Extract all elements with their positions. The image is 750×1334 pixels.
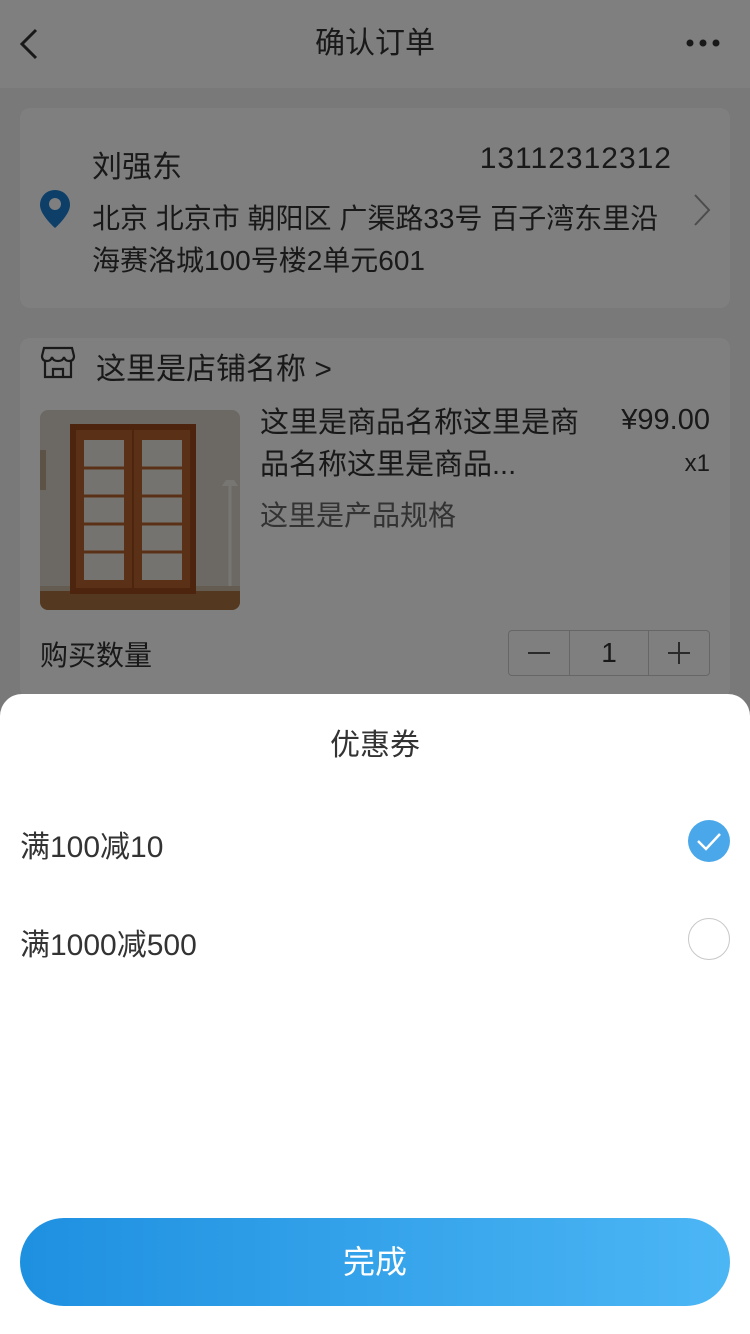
radio-unchecked[interactable] <box>688 918 730 960</box>
done-button[interactable]: 完成 <box>20 1218 730 1306</box>
coupon-option[interactable]: 满1000减500 <box>0 900 750 980</box>
coupon-label: 满100减10 <box>20 831 164 864</box>
radio-checked[interactable] <box>688 820 730 862</box>
coupon-sheet: 优惠券 满100减10 满1000减500 完成 <box>0 694 750 1334</box>
coupon-option[interactable]: 满100减10 <box>0 802 750 882</box>
coupon-label: 满1000减500 <box>20 929 197 962</box>
checkmark-icon <box>697 833 721 851</box>
coupon-sheet-title: 优惠券 <box>330 729 420 762</box>
